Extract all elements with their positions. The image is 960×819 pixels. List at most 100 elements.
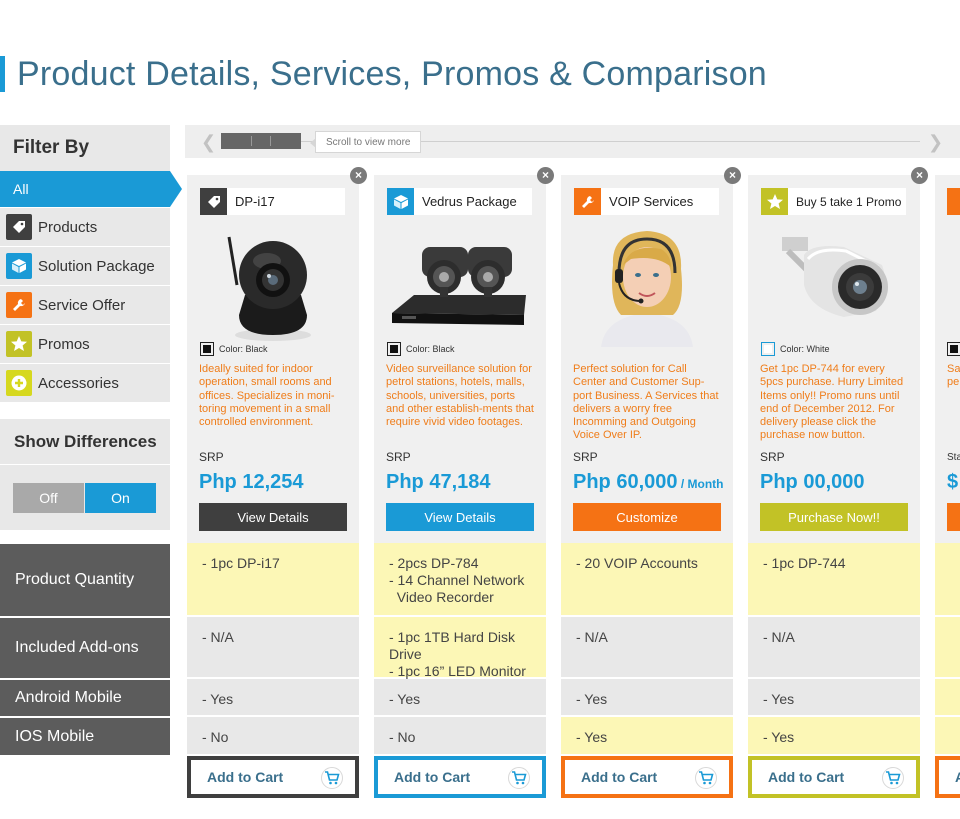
color-option[interactable]: Color: Black	[387, 342, 455, 356]
addon-line: - N/A	[202, 629, 234, 645]
close-icon[interactable]: ×	[537, 167, 554, 184]
add-to-cart-button[interactable]: Add to Cart	[187, 756, 359, 798]
view-details-button[interactable]: View Details	[386, 503, 534, 531]
product-description: Perfect solution for Call Center and Cus…	[573, 363, 719, 442]
sidebar: Filter By All Products Solution Package …	[0, 125, 182, 530]
product-column-dp-i17: × DP-i17 Color: Black Ideally suited for…	[187, 167, 367, 798]
product-image-dvr-package	[374, 225, 546, 345]
quantity-line: - 20 VOIP Accounts	[576, 555, 698, 571]
cell-android-mobile: - Yes	[748, 679, 920, 717]
product-image-call-agent	[561, 225, 733, 347]
customize-button[interactable]: Customize	[573, 503, 721, 531]
quantity-line: - 14 Channel Network	[389, 572, 525, 588]
product-price: Php 12,254	[199, 471, 304, 494]
wrench-icon	[574, 188, 601, 215]
cell-ios-mobile: - No	[187, 717, 359, 756]
filter-item-all[interactable]: All	[0, 171, 182, 208]
view-details-button[interactable]: View Details	[199, 503, 347, 531]
cell-product-quantity: - 20 VOIP Accounts	[561, 543, 733, 617]
add-to-cart-button[interactable]: Add to Cart	[748, 756, 920, 798]
color-option[interactable]: Color: Black	[200, 342, 268, 356]
show-differences-heading: Show Differences	[0, 419, 170, 464]
product-price: $	[947, 471, 959, 493]
add-to-cart-button[interactable]: A	[935, 756, 960, 798]
horizontal-scroller: ❮ Scroll to view more ❯	[185, 125, 960, 158]
filter-item-label: Solution Package	[38, 257, 155, 275]
toggle-on-button[interactable]: On	[85, 482, 156, 513]
color-label: Color: White	[780, 344, 830, 354]
star-icon	[6, 331, 32, 357]
add-to-cart-label: Add to Cart	[394, 769, 471, 785]
price-value: Php 47,184	[386, 471, 491, 493]
product-description: Video surveillance solution for petrol s…	[386, 363, 534, 429]
price-value: Php 00,000	[760, 471, 865, 493]
quantity-line: Video Recorder	[389, 589, 494, 605]
wrench-icon	[947, 188, 960, 215]
addon-line: - 1pc 1TB Hard Disk Drive	[389, 629, 516, 662]
product-name: Vedrus Package	[422, 194, 517, 209]
filter-item-label: Service Offer	[38, 296, 126, 314]
filter-item-accessories[interactable]: Accessories	[0, 364, 170, 403]
filter-item-solution-package[interactable]: Solution Package	[0, 247, 170, 286]
price-suffix: / Month	[677, 477, 724, 491]
comparison-row-labels: Product Quantity Included Add-ons Androi…	[0, 544, 170, 757]
cell-ios-mobile	[935, 717, 960, 756]
price-value: Php 12,254	[199, 471, 304, 493]
color-swatch	[387, 342, 401, 356]
addon-line: - N/A	[763, 629, 795, 645]
close-icon[interactable]: ×	[350, 167, 367, 184]
color-label: Color: Black	[406, 344, 455, 354]
cell-product-quantity	[935, 543, 960, 617]
color-option[interactable]: Color: White	[761, 342, 830, 356]
color-swatch	[761, 342, 775, 356]
product-card: Sa pe Sta $	[935, 175, 960, 543]
color-swatch	[947, 342, 960, 356]
product-card: × Vedrus Package Color: Black Video surv…	[374, 167, 554, 543]
chevron-left-icon[interactable]: ❮	[201, 132, 217, 152]
cell-included-addons	[935, 617, 960, 679]
product-column-partial: Sa pe Sta $ A	[935, 175, 960, 800]
scroll-tooltip: Scroll to view more	[309, 131, 422, 153]
filter-item-products[interactable]: Products	[0, 208, 170, 247]
product-description: Get 1pc DP-744 for every 5pcs purchase. …	[760, 363, 904, 442]
cell-included-addons: - N/A	[561, 617, 733, 679]
add-to-cart-button[interactable]: Add to Cart	[561, 756, 733, 798]
chevron-right-icon[interactable]: ❯	[928, 132, 944, 152]
filter-item-promos[interactable]: Promos	[0, 325, 170, 364]
cell-android-mobile: - Yes	[374, 679, 546, 717]
scroll-thumb[interactable]	[221, 133, 301, 149]
page-header: Product Details, Services, Promos & Comp…	[0, 52, 767, 96]
quantity-line: - 1pc DP-744	[763, 555, 846, 571]
cart-icon	[321, 767, 343, 789]
add-to-cart-button[interactable]: Add to Cart	[374, 756, 546, 798]
filter-item-label: All	[13, 181, 29, 197]
purchase-now-button[interactable]: Purchase Now!!	[760, 503, 908, 531]
close-icon[interactable]: ×	[724, 167, 741, 184]
cell-ios-mobile: - No	[374, 717, 546, 756]
cell-android-mobile: - Yes	[187, 679, 359, 717]
row-label-android-mobile: Android Mobile	[0, 680, 170, 718]
product-name: Buy 5 take 1 Promo	[796, 194, 902, 209]
product-description: Ideally suited for indoor operation, sma…	[199, 363, 335, 429]
cell-ios-mobile: - Yes	[561, 717, 733, 756]
product-column-voip-services: × VOIP Services Perfect solution for Cal…	[561, 167, 741, 798]
product-header: VOIP Services	[574, 188, 719, 215]
cell-product-quantity: - 1pc DP-i17	[187, 543, 359, 617]
cell-ios-mobile: - Yes	[748, 717, 920, 756]
box-icon	[387, 188, 414, 215]
filter-item-service-offer[interactable]: Service Offer	[0, 286, 170, 325]
close-icon[interactable]: ×	[911, 167, 928, 184]
product-price: Php 00,000	[760, 471, 865, 494]
product-card: × DP-i17 Color: Black Ideally suited for…	[187, 167, 367, 543]
color-label: Color: Black	[219, 344, 268, 354]
filter-item-label: Products	[38, 218, 98, 236]
cell-product-quantity: - 2pcs DP-784 - 14 Channel Network Video…	[374, 543, 546, 617]
quantity-line: - 2pcs DP-784	[389, 555, 479, 571]
toggle-off-button[interactable]: Off	[13, 482, 84, 513]
cart-icon	[508, 767, 530, 789]
filter-item-label: Promos	[38, 335, 90, 353]
cell-android-mobile: - Yes	[561, 679, 733, 717]
cta-button[interactable]	[947, 503, 960, 531]
add-to-cart-label: Add to Cart	[768, 769, 845, 785]
star-icon	[761, 188, 788, 215]
